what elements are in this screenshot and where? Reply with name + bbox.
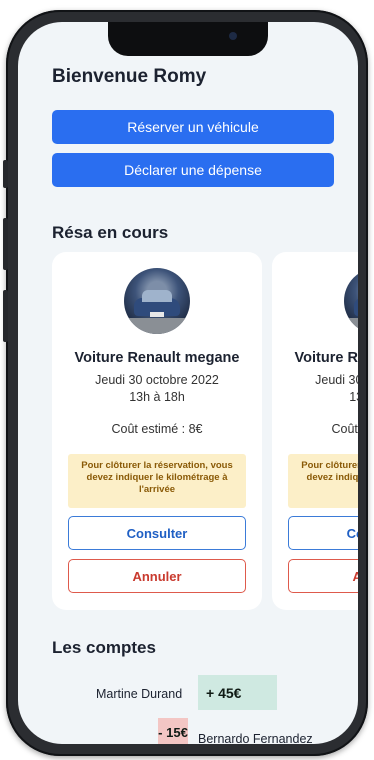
car-photo [344,268,358,334]
consult-button[interactable]: Consulter [288,516,358,550]
reservation-date: Jeudi 30 octobre 2022 [95,373,219,387]
mute-switch [3,160,8,188]
reserve-vehicle-button[interactable]: Réserver un véhicule [52,110,334,144]
reservation-cost: Coût estimé : 8€ [331,422,358,436]
consult-button[interactable]: Consulter [68,516,246,550]
account-balance-negative: - 15€ [158,718,188,744]
volume-down-button [3,290,8,342]
welcome-title: Bienvenue Romy [52,66,207,87]
cancel-button[interactable]: Annuler [288,559,358,593]
reservation-vehicle-name: Voiture Renault megane [74,350,240,366]
account-name: Bernardo Fernandez [198,732,313,744]
reservation-hours: 13h à 18h [349,390,358,404]
mileage-warning: Pour clôturer la réservation, vous devez… [68,454,246,508]
car-photo [124,268,190,334]
reservation-vehicle-name: Voiture Renault megane [294,350,358,366]
accounts-title: Les comptes [52,638,156,657]
reservation-hours: 13h à 18h [129,390,185,404]
account-balance-positive: + 45€ [198,675,277,710]
reservation-card[interactable]: Voiture Renault megane Jeudi 30 octobre … [52,252,262,610]
cancel-button[interactable]: Annuler [68,559,246,593]
notch [108,22,268,56]
reservations-title: Résa en cours [52,223,169,242]
reservation-card[interactable]: Voiture Renault megane Jeudi 30 octobre … [272,252,358,610]
mileage-warning: Pour clôturer la réservation, vous devez… [288,454,358,508]
camera-icon [229,32,237,40]
reservation-cost: Coût estimé : 8€ [111,422,203,436]
declare-expense-button[interactable]: Déclarer une dépense [52,153,334,187]
volume-up-button [3,218,8,270]
reservation-date: Jeudi 30 octobre 2022 [315,373,358,387]
app-screen: Bienvenue Romy Réserver un véhicule Décl… [18,22,358,744]
account-name: Martine Durand [96,687,183,701]
